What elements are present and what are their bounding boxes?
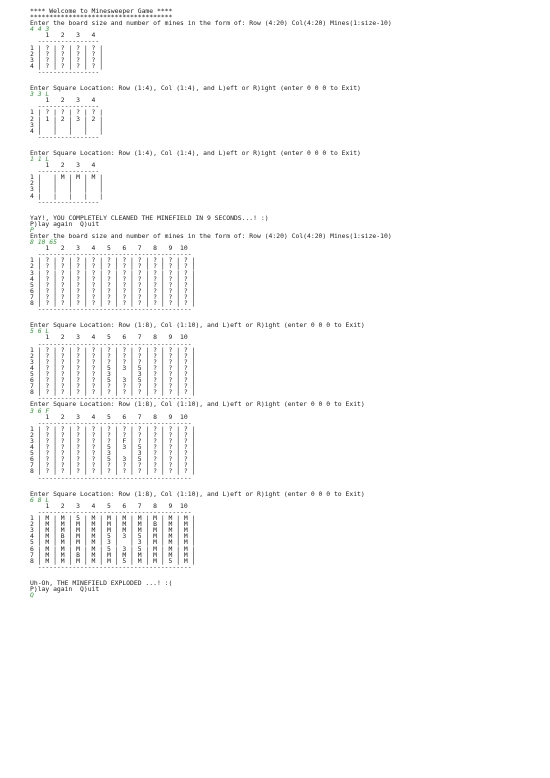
user-input-line: Q [30, 591, 34, 600]
terminal-output: **** Welcome to Minesweeper Game **** ***… [30, 8, 540, 600]
